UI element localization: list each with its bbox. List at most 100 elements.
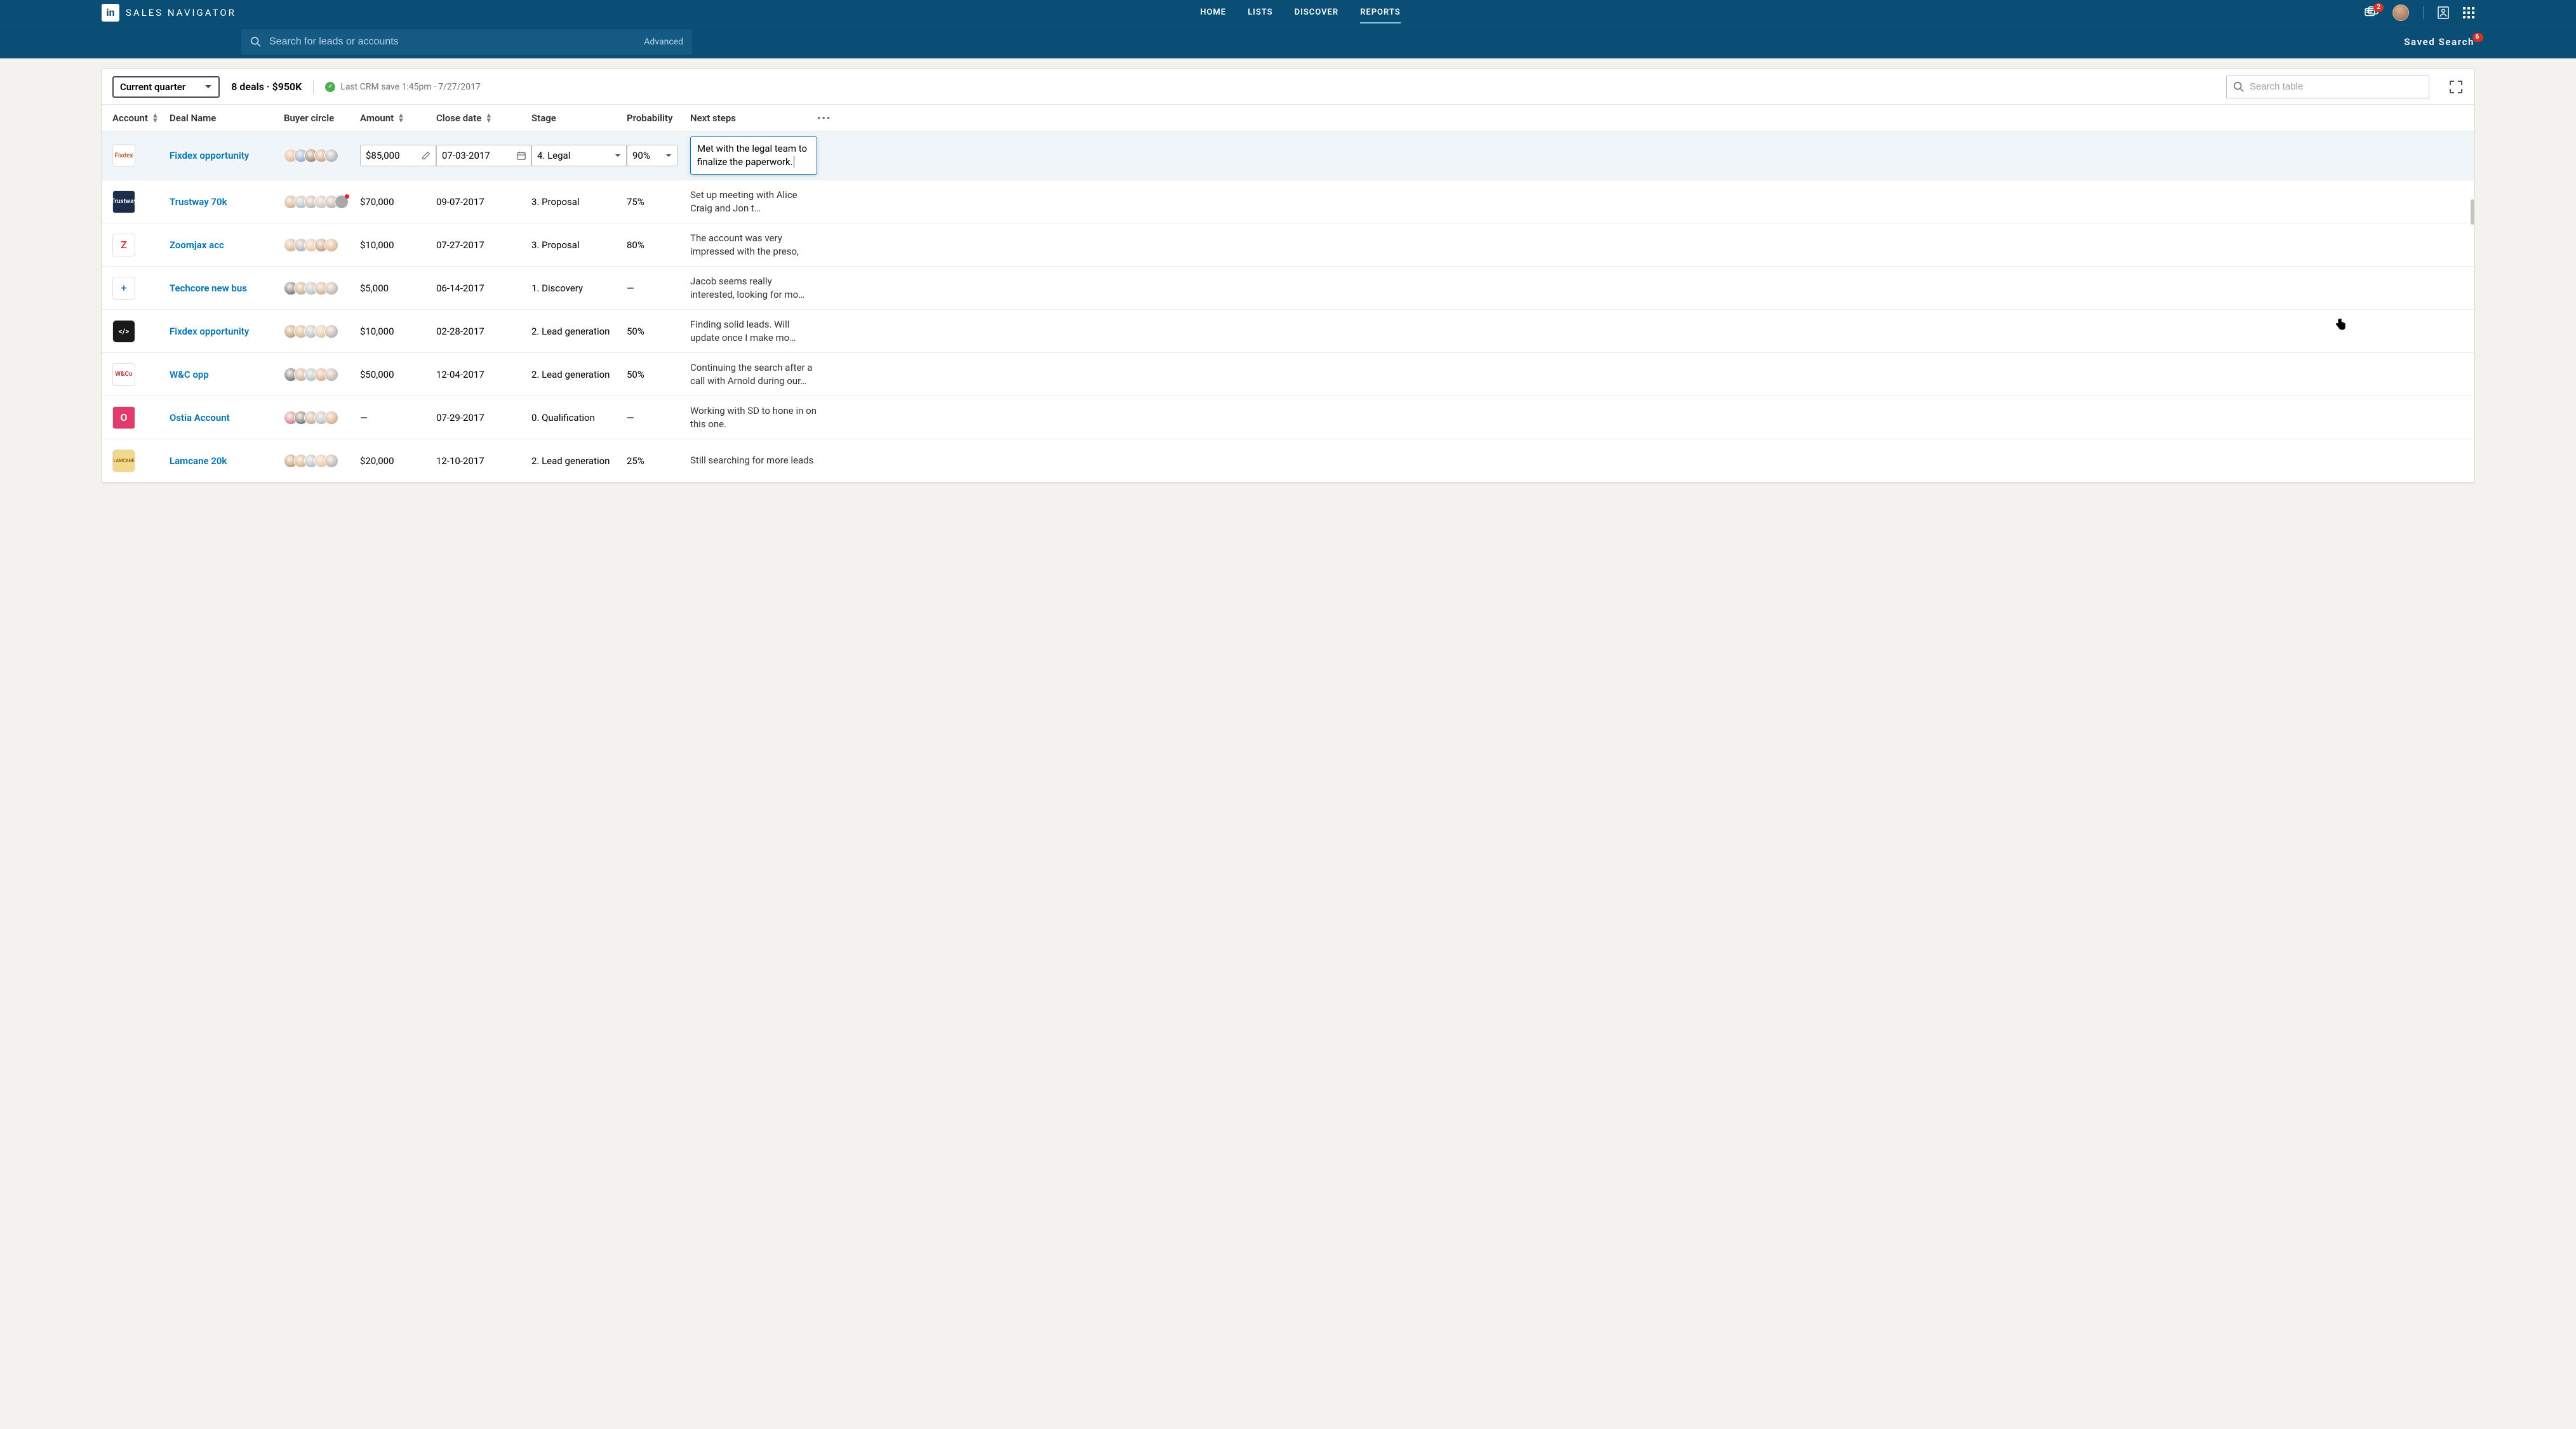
- stage-cell[interactable]: 0. Qualification: [531, 412, 627, 423]
- next-steps-textarea[interactable]: Met with the legal team to finalize the …: [690, 136, 817, 175]
- stage-cell[interactable]: 2. Lead generation: [531, 455, 627, 467]
- table-search[interactable]: [2226, 76, 2429, 98]
- next-steps-cell[interactable]: Still searching for more leads: [690, 454, 817, 467]
- nav-home[interactable]: HOME: [1200, 1, 1226, 23]
- buyer-circle[interactable]: [284, 454, 360, 468]
- next-steps-cell[interactable]: Finding solid leads. Will update once I …: [690, 318, 817, 345]
- next-steps-cell[interactable]: The account was very impressed with the …: [690, 232, 817, 258]
- add-person-icon[interactable]: [335, 195, 349, 209]
- table-row[interactable]: TrustwayTrustway 70k$70,00009-07-20173. …: [102, 180, 2474, 223]
- col-close-date[interactable]: Close date ▲▼: [436, 112, 531, 124]
- close-date-cell[interactable]: 12-10-2017: [436, 455, 531, 467]
- table-row[interactable]: </>Fixdex opportunity$10,00002-28-20172.…: [102, 310, 2474, 353]
- stage-select[interactable]: 4. Legal: [531, 145, 627, 166]
- deal-link[interactable]: Techcore new bus: [170, 282, 247, 294]
- more-columns-icon[interactable]: •••: [817, 112, 843, 124]
- chevron-down-icon: [665, 154, 672, 158]
- amount-cell[interactable]: —: [360, 412, 436, 423]
- probability-cell[interactable]: —: [627, 282, 690, 294]
- deals-panel: Current quarter 8 deals · $950K ✓ Last C…: [102, 69, 2474, 483]
- check-circle-icon: ✓: [325, 82, 335, 92]
- buyer-circle[interactable]: [284, 411, 360, 425]
- period-dropdown[interactable]: Current quarter: [112, 76, 220, 98]
- col-buyer-circle[interactable]: Buyer circle: [284, 112, 360, 124]
- next-steps-cell[interactable]: Set up meeting with Alice Craig and Jon …: [690, 189, 817, 215]
- buyer-circle[interactable]: [284, 195, 360, 209]
- buyer-circle[interactable]: [284, 281, 360, 295]
- table-row[interactable]: LAMCANELamcane 20k$20,00012-10-20172. Le…: [102, 439, 2474, 482]
- table-search-input[interactable]: [2250, 81, 2422, 92]
- deal-link[interactable]: Lamcane 20k: [170, 455, 227, 467]
- stage-cell[interactable]: 2. Lead generation: [531, 326, 627, 337]
- close-date-cell[interactable]: 07-29-2017: [436, 412, 531, 423]
- next-steps-cell[interactable]: Continuing the search after a call with …: [690, 361, 817, 388]
- saved-search-link[interactable]: Saved Search 6: [2404, 36, 2474, 48]
- deal-link[interactable]: Fixdex opportunity: [170, 150, 249, 161]
- amount-cell[interactable]: $10,000: [360, 326, 436, 337]
- close-date-cell[interactable]: 12-04-2017: [436, 369, 531, 380]
- probability-cell[interactable]: 80%: [627, 239, 690, 251]
- amount-cell[interactable]: $20,000: [360, 455, 436, 467]
- amount-cell[interactable]: $10,000: [360, 239, 436, 251]
- close-date-cell[interactable]: 07-27-2017: [436, 239, 531, 251]
- close-date-input[interactable]: 07-03-2017: [436, 145, 531, 166]
- buyer-circle[interactable]: [284, 238, 360, 252]
- probability-cell[interactable]: 25%: [627, 455, 690, 467]
- close-date-cell[interactable]: 02-28-2017: [436, 326, 531, 337]
- apps-grid-icon[interactable]: [2463, 7, 2474, 18]
- probability-cell[interactable]: —: [627, 412, 690, 423]
- stage-cell[interactable]: 2. Lead generation: [531, 369, 627, 380]
- amount-cell[interactable]: $5,000: [360, 282, 436, 294]
- messages-icon[interactable]: 2: [2365, 6, 2379, 19]
- table-row[interactable]: OOstia Account—07-29-20170. Qualificatio…: [102, 396, 2474, 439]
- amount-input[interactable]: $85,000: [360, 145, 436, 166]
- account-logo: W&Co: [112, 363, 135, 386]
- global-search[interactable]: Advanced: [241, 29, 692, 55]
- scrollbar[interactable]: [2471, 199, 2474, 225]
- col-account[interactable]: Account ▲▼: [112, 112, 170, 124]
- amount-cell[interactable]: $70,000: [360, 196, 436, 208]
- avatar-icon: [324, 149, 338, 163]
- table-row[interactable]: FixdexFixdex opportunity$85,00007-03-201…: [102, 131, 2474, 180]
- next-steps-cell[interactable]: Jacob seems really interested, looking f…: [690, 275, 817, 302]
- table-header: Account ▲▼ Deal Name Buyer circle Amount…: [102, 105, 2474, 131]
- deal-link[interactable]: Fixdex opportunity: [170, 326, 249, 337]
- close-date-cell[interactable]: 06-14-2017: [436, 282, 531, 294]
- table-row[interactable]: W&Co W&C opp $50,00012-04-20172. Lead gene…: [102, 353, 2474, 396]
- buyer-circle[interactable]: [284, 324, 360, 338]
- table-row[interactable]: +Techcore new bus$5,00006-14-20171. Disc…: [102, 267, 2474, 310]
- deal-link[interactable]: W&C opp: [170, 369, 209, 380]
- probability-cell[interactable]: 75%: [627, 196, 690, 208]
- stage-cell[interactable]: 3. Proposal: [531, 196, 627, 208]
- profile-avatar[interactable]: [2392, 4, 2409, 21]
- global-search-input[interactable]: [269, 36, 644, 48]
- nav-discover[interactable]: DISCOVER: [1295, 1, 1339, 23]
- col-probability[interactable]: Probability: [627, 112, 690, 124]
- col-next-steps[interactable]: Next steps: [690, 112, 817, 124]
- deal-link[interactable]: Ostia Account: [170, 412, 230, 423]
- deal-link[interactable]: Trustway 70k: [170, 196, 227, 208]
- fullscreen-icon[interactable]: [2448, 79, 2464, 95]
- nav-reports[interactable]: REPORTS: [1360, 1, 1401, 23]
- stage-cell[interactable]: 1. Discovery: [531, 282, 627, 294]
- nav-lists[interactable]: LISTS: [1248, 1, 1273, 23]
- probability-cell[interactable]: 50%: [627, 326, 690, 337]
- buyer-circle[interactable]: [284, 368, 360, 382]
- buyer-circle[interactable]: [284, 149, 360, 163]
- col-stage[interactable]: Stage: [531, 112, 627, 124]
- stage-cell[interactable]: 3. Proposal: [531, 239, 627, 251]
- probability-cell[interactable]: 50%: [627, 369, 690, 380]
- avatar-icon: [324, 411, 338, 425]
- table-row[interactable]: ZZoomjax acc$10,00007-27-20173. Proposal…: [102, 223, 2474, 267]
- close-date-cell[interactable]: 09-07-2017: [436, 196, 531, 208]
- probability-select[interactable]: 90%: [627, 145, 677, 166]
- col-deal-name[interactable]: Deal Name: [170, 112, 284, 124]
- logo[interactable]: in SALES NAVIGATOR: [102, 4, 236, 22]
- col-amount[interactable]: Amount ▲▼: [360, 112, 436, 124]
- deal-link[interactable]: Zoomjax acc: [170, 239, 224, 251]
- next-steps-cell[interactable]: Working with SD to hone in on this one.: [690, 404, 817, 431]
- document-icon[interactable]: [2438, 6, 2449, 19]
- chevron-down-icon: [615, 154, 621, 158]
- amount-cell[interactable]: $50,000: [360, 369, 436, 380]
- advanced-search-link[interactable]: Advanced: [644, 37, 683, 47]
